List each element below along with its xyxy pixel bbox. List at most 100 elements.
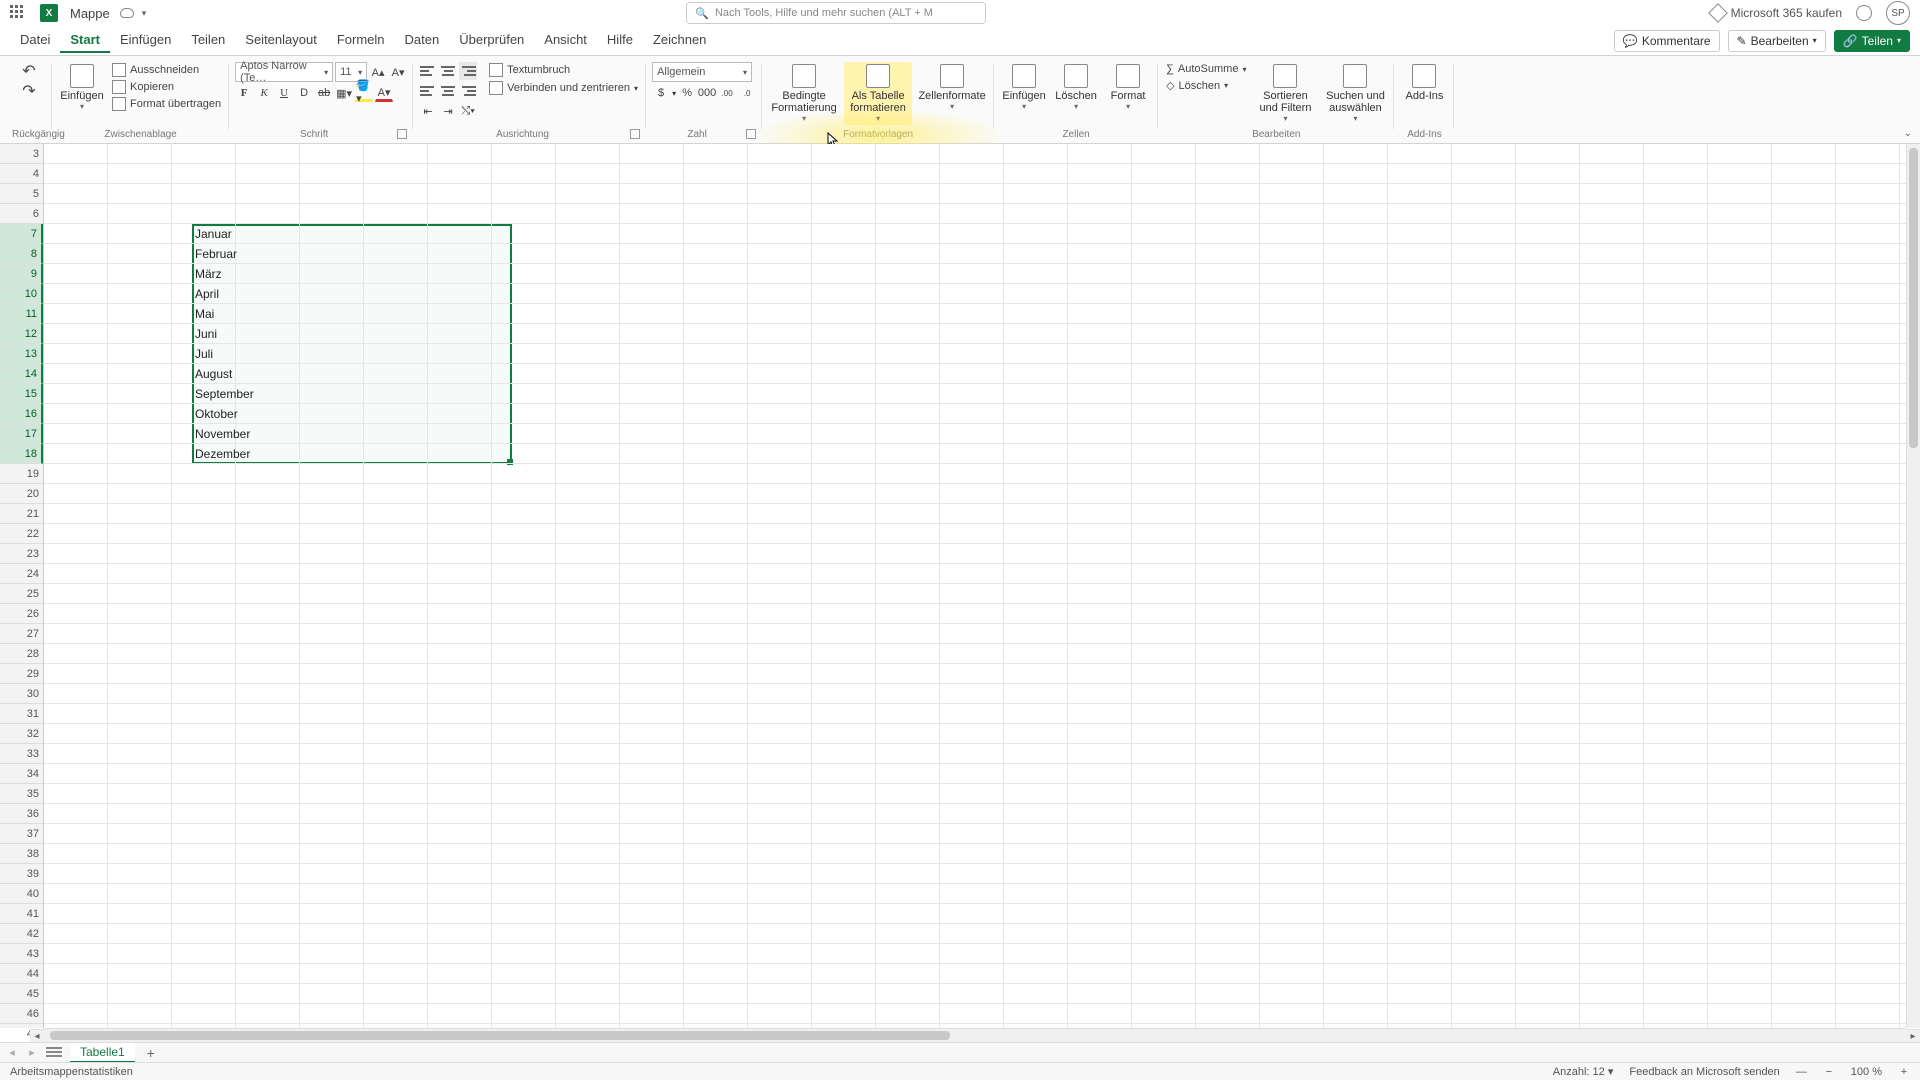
horizontal-scrollbar[interactable]: ◂ ▸ [44, 1028, 1906, 1042]
cell[interactable]: September [192, 384, 256, 404]
cell[interactable]: März [192, 264, 256, 284]
menu-tab-hilfe[interactable]: Hilfe [597, 28, 643, 53]
menu-tab-ansicht[interactable]: Ansicht [534, 28, 597, 53]
row-header[interactable]: 46 [0, 1004, 43, 1024]
orientation-button[interactable]: ⤭▾ [459, 102, 477, 120]
row-header[interactable]: 22 [0, 524, 43, 544]
row-header[interactable]: 18 [0, 444, 43, 464]
feedback-link[interactable]: Feedback an Microsoft senden [1629, 1066, 1779, 1078]
row-header[interactable]: 9 [0, 264, 43, 284]
share-button[interactable]: 🔗Teilen▾ [1834, 30, 1910, 52]
row-header[interactable]: 44 [0, 964, 43, 984]
align-middle-button[interactable] [439, 62, 457, 80]
delete-cells-button[interactable]: Löschen▾ [1052, 62, 1100, 113]
cell[interactable]: April [192, 284, 256, 304]
row-header[interactable]: 25 [0, 584, 43, 604]
increase-decimal-button[interactable]: .00 [718, 84, 736, 102]
decrease-indent-button[interactable]: ⇤ [419, 102, 437, 120]
cell[interactable]: November [192, 424, 256, 444]
row-header[interactable]: 45 [0, 984, 43, 1004]
settings-icon[interactable] [1856, 5, 1872, 21]
row-header[interactable]: 30 [0, 684, 43, 704]
cell[interactable]: Juli [192, 344, 256, 364]
workbook-stats[interactable]: Arbeitsmappenstatistiken [10, 1066, 133, 1078]
row-header[interactable]: 20 [0, 484, 43, 504]
cell-styles-button[interactable]: Zellenformate▾ [916, 62, 988, 113]
row-header[interactable]: 27 [0, 624, 43, 644]
alignment-dialog-launcher[interactable] [630, 129, 640, 139]
align-right-button[interactable] [459, 82, 477, 100]
double-underline-button[interactable]: D [295, 84, 313, 102]
sheet-tab[interactable]: Tabelle1 [70, 1043, 135, 1063]
wrap-text-button[interactable]: Textumbruch [487, 62, 640, 78]
row-header[interactable]: 15 [0, 384, 43, 404]
row-header[interactable]: 36 [0, 804, 43, 824]
row-header[interactable]: 14 [0, 364, 43, 384]
increase-indent-button[interactable]: ⇥ [439, 102, 457, 120]
row-header[interactable]: 28 [0, 644, 43, 664]
row-header[interactable]: 4 [0, 164, 43, 184]
all-sheets-button[interactable] [46, 1047, 62, 1059]
undo-button[interactable]: ↶ [20, 62, 38, 80]
row-header[interactable]: 35 [0, 784, 43, 804]
collapse-ribbon-button[interactable]: ⌄ [1904, 128, 1912, 139]
scroll-left-button[interactable]: ◂ [30, 1029, 44, 1042]
app-launcher-icon[interactable] [10, 5, 26, 21]
copy-button[interactable]: Kopieren [110, 79, 223, 95]
merge-center-button[interactable]: Verbinden und zentrieren▾ [487, 80, 640, 96]
row-header[interactable]: 42 [0, 924, 43, 944]
row-header[interactable]: 13 [0, 344, 43, 364]
editing-mode-button[interactable]: ✎Bearbeiten▾ [1728, 30, 1826, 52]
row-header[interactable]: 17 [0, 424, 43, 444]
row-header[interactable]: 39 [0, 864, 43, 884]
font-dialog-launcher[interactable] [397, 129, 407, 139]
row-header[interactable]: 7 [0, 224, 43, 244]
align-top-button[interactable] [419, 62, 437, 80]
strikethrough-button[interactable]: ab [315, 84, 333, 102]
addins-button[interactable]: Add-Ins [1400, 62, 1448, 104]
accounting-format-button[interactable]: $ [652, 84, 670, 102]
menu-tab-start[interactable]: Start [60, 28, 110, 53]
row-header[interactable]: 43 [0, 944, 43, 964]
row-header[interactable]: 10 [0, 284, 43, 304]
cell[interactable]: Juni [192, 324, 256, 344]
menu-tab-datei[interactable]: Datei [10, 28, 60, 53]
help-toggle[interactable]: — [1796, 1066, 1807, 1078]
row-header[interactable]: 31 [0, 704, 43, 724]
menu-tab-einfügen[interactable]: Einfügen [110, 28, 181, 53]
scroll-right-button[interactable]: ▸ [1906, 1029, 1920, 1042]
zoom-in-button[interactable]: + [1898, 1066, 1910, 1078]
vertical-scrollbar[interactable] [1906, 144, 1920, 1028]
cell[interactable]: August [192, 364, 256, 384]
format-as-table-button[interactable]: Als Tabelle formatieren▾ [844, 62, 912, 125]
row-header[interactable]: 41 [0, 904, 43, 924]
buy-m365-button[interactable]: Microsoft 365 kaufen [1711, 6, 1842, 20]
row-header[interactable]: 3 [0, 144, 43, 164]
font-color-button[interactable]: A▾ [375, 84, 393, 102]
decrease-font-button[interactable]: A▾ [389, 63, 407, 81]
clear-button[interactable]: ◇Löschen▾ [1164, 78, 1248, 93]
paste-button[interactable]: Einfügen▾ [58, 62, 106, 113]
redo-button[interactable]: ↷ [20, 82, 38, 100]
user-avatar[interactable]: SP [1886, 1, 1910, 25]
italic-button[interactable]: K [255, 84, 273, 102]
autosum-button[interactable]: ∑AutoSumme▾ [1164, 62, 1248, 76]
format-cells-button[interactable]: Format▾ [1104, 62, 1152, 113]
percent-format-button[interactable]: % [678, 84, 696, 102]
borders-button[interactable]: ▦▾ [335, 84, 353, 102]
decrease-decimal-button[interactable]: .0 [738, 84, 756, 102]
row-header[interactable]: 40 [0, 884, 43, 904]
row-header[interactable]: 19 [0, 464, 43, 484]
comments-button[interactable]: 💬Kommentare [1614, 30, 1720, 52]
row-header[interactable]: 12 [0, 324, 43, 344]
align-left-button[interactable] [419, 82, 437, 100]
find-select-button[interactable]: Suchen und auswählen▾ [1322, 62, 1388, 125]
number-dialog-launcher[interactable] [746, 129, 756, 139]
zoom-out-button[interactable]: − [1823, 1066, 1835, 1078]
font-name-select[interactable]: Aptos Narrow (Te…▾ [235, 62, 333, 82]
align-bottom-button[interactable] [459, 62, 477, 80]
format-painter-button[interactable]: Format übertragen [110, 96, 223, 112]
sort-filter-button[interactable]: Sortieren und Filtern▾ [1252, 62, 1318, 125]
prev-sheet-button[interactable]: ◂ [6, 1046, 18, 1059]
row-header[interactable]: 38 [0, 844, 43, 864]
